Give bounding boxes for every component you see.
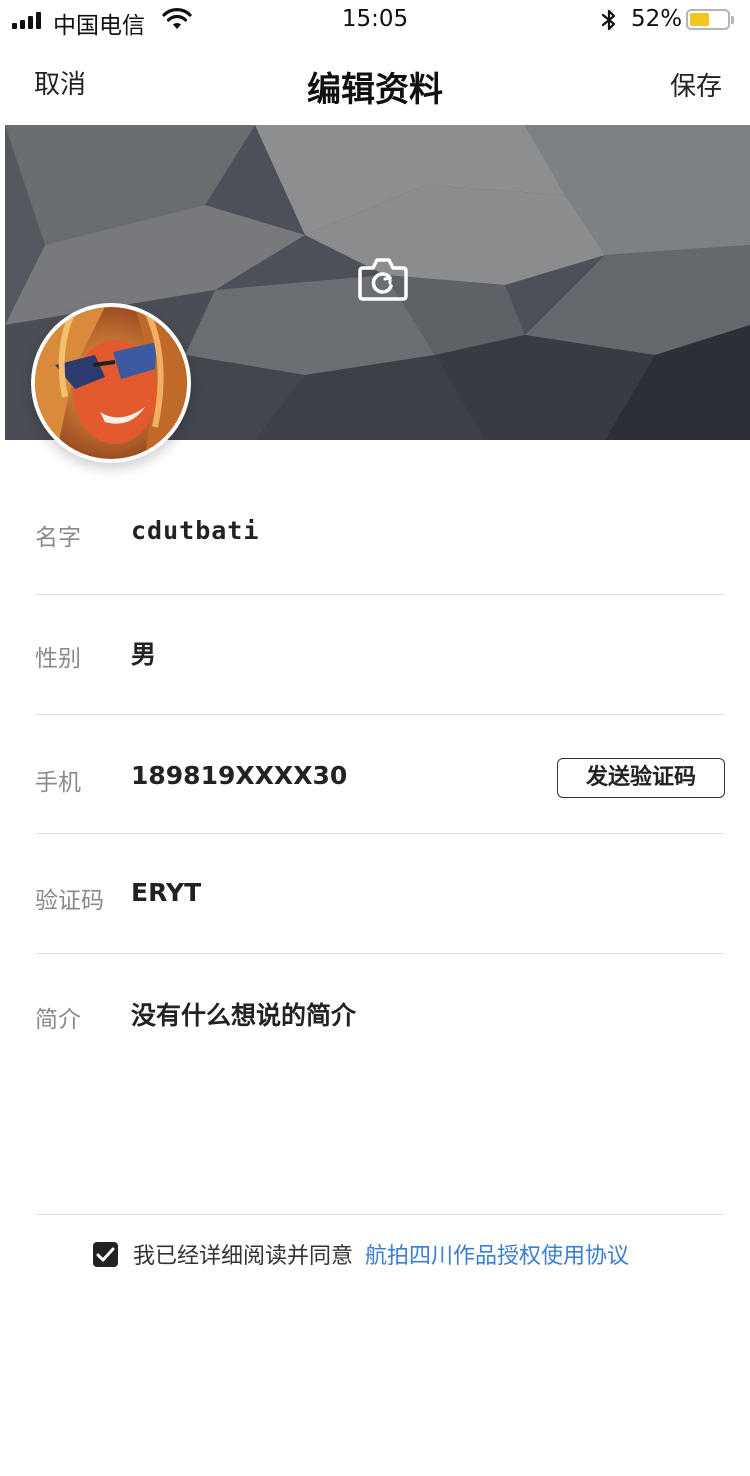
name-label: 名字	[35, 525, 81, 551]
camera-icon	[358, 258, 408, 301]
phone-row: 手机 189819XXXX30 发送验证码	[35, 715, 725, 834]
avatar-photo	[35, 307, 187, 459]
status-bar: 中国电信 15:05 52%	[0, 0, 750, 40]
bio-row: 简介 没有什么想说的简介	[35, 954, 725, 1215]
save-button[interactable]: 保存	[670, 66, 722, 103]
page-title: 编辑资料	[307, 70, 443, 110]
nav-bar: 取消 编辑资料 保存	[0, 40, 750, 125]
agreement-checkbox[interactable]	[93, 1241, 118, 1267]
battery-percentage: 52%	[631, 6, 683, 32]
agreement-text: 我已经详细阅读并同意	[133, 1244, 354, 1269]
code-input[interactable]: ERYT	[131, 878, 201, 907]
checkmark-icon	[96, 1247, 115, 1261]
send-code-button[interactable]: 发送验证码	[557, 758, 725, 798]
gender-row[interactable]: 性别 男	[35, 595, 725, 715]
agreement-row: 我已经详细阅读并同意 航拍四川作品授权使用协议	[93, 1239, 629, 1269]
name-input[interactable]: cdutbati	[131, 516, 259, 545]
code-row: 验证码 ERYT	[35, 834, 725, 954]
code-label: 验证码	[35, 888, 104, 914]
gender-label: 性别	[35, 646, 81, 672]
bio-textarea[interactable]: 没有什么想说的简介	[131, 996, 356, 1032]
change-cover-button[interactable]	[357, 253, 409, 303]
battery-icon	[686, 9, 734, 30]
phone-label: 手机	[35, 770, 81, 796]
bio-label: 简介	[35, 1007, 81, 1033]
avatar[interactable]	[31, 303, 191, 463]
battery-fill	[690, 13, 709, 26]
bluetooth-icon	[600, 8, 618, 36]
gender-value[interactable]: 男	[131, 635, 156, 671]
name-row[interactable]: 名字 cdutbati	[35, 470, 725, 595]
agreement-link[interactable]: 航拍四川作品授权使用协议	[365, 1238, 629, 1270]
phone-input[interactable]: 189819XXXX30	[131, 761, 347, 790]
